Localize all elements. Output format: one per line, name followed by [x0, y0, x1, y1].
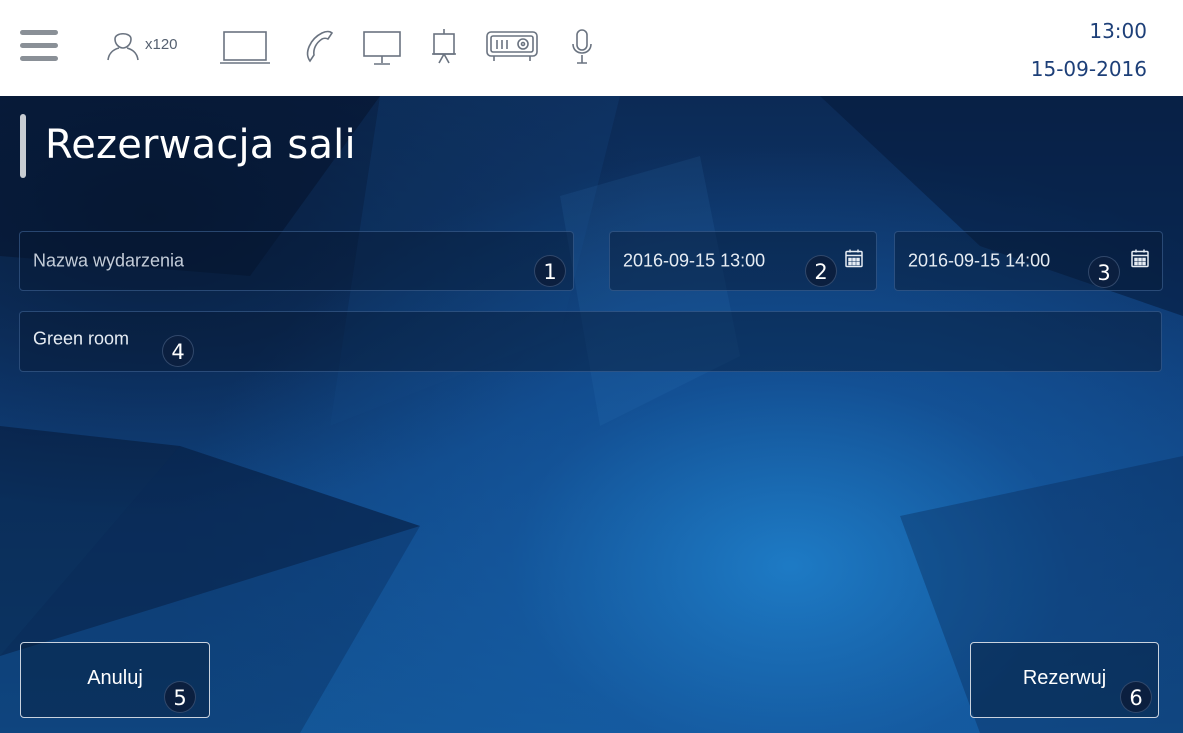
start-datetime-field[interactable]: 2016-09-15 13:00 — [609, 231, 877, 291]
phone-icon — [302, 29, 336, 63]
background-pattern — [0, 96, 1183, 733]
flipchart-icon — [430, 27, 458, 65]
projector-icon — [485, 30, 541, 64]
current-date: 15-09-2016 — [1030, 57, 1147, 81]
badge-5: 5 — [164, 681, 196, 713]
title-accent-bar — [20, 114, 26, 178]
event-name-placeholder: Nazwa wydarzenia — [33, 250, 185, 271]
menu-icon[interactable] — [20, 28, 58, 64]
reservation-panel: Rezerwacja sali Nazwa wydarzenia 1 2016-… — [0, 96, 1183, 733]
clock: 13:00 15-09-2016 — [1031, 16, 1147, 84]
badge-3: 3 — [1088, 256, 1120, 288]
room-value: Green room — [33, 328, 130, 349]
event-name-field[interactable]: Nazwa wydarzenia — [19, 231, 574, 291]
monitor-icon — [362, 30, 402, 66]
calendar-icon[interactable] — [844, 249, 864, 274]
current-time: 13:00 — [1089, 19, 1147, 43]
attendees-count: x120 — [145, 36, 178, 53]
badge-2: 2 — [805, 255, 837, 287]
calendar-icon[interactable] — [1130, 249, 1150, 274]
badge-6: 6 — [1120, 681, 1152, 713]
page-title: Rezerwacja sali — [45, 122, 356, 168]
end-datetime-value: 2016-09-15 14:00 — [908, 250, 1051, 271]
microphone-icon — [572, 28, 592, 66]
user-icon — [105, 29, 141, 61]
badge-4: 4 — [162, 335, 194, 367]
end-datetime-field[interactable]: 2016-09-15 14:00 — [894, 231, 1163, 291]
top-bar: x120 13:00 15-09-2016 — [0, 0, 1183, 96]
start-datetime-value: 2016-09-15 13:00 — [623, 250, 766, 271]
laptop-icon — [220, 30, 270, 66]
badge-1: 1 — [534, 255, 566, 287]
